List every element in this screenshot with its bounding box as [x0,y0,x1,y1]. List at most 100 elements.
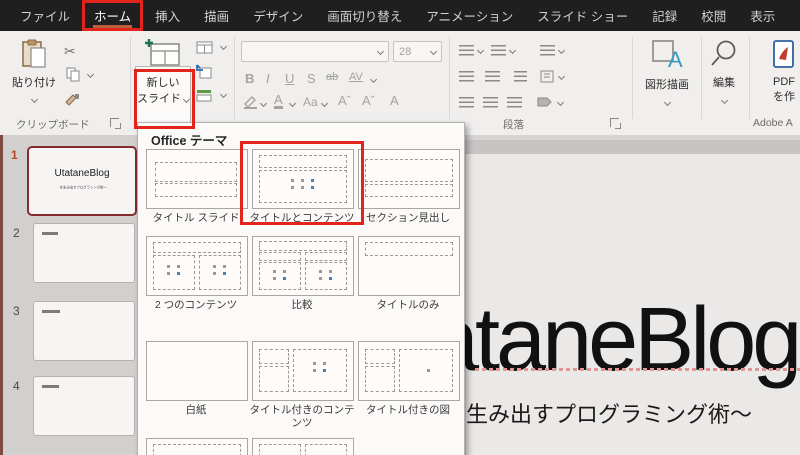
line-spacing-chevron-icon[interactable] [557,46,566,55]
bullet-list-chevron-icon[interactable] [476,46,485,55]
section-chevron-icon[interactable] [219,90,228,99]
powerpoint-window: ファイル ホーム 挿入 描画 デザイン 画面切り替え アニメーション スライド … [0,0,800,455]
slide-4-thumbnail[interactable] [33,376,135,436]
tab-home[interactable]: ホーム [82,0,144,31]
tab-review[interactable]: 校閲 [689,0,738,31]
layout-blank-thumb [146,341,248,401]
convert-smartart-button[interactable] [537,96,553,109]
font-color-button[interactable]: A [274,93,283,109]
format-painter-button[interactable] [65,93,80,107]
section-button[interactable] [196,89,212,102]
slide-3-number: 3 [13,304,20,318]
layout-title-only[interactable]: タイトルのみ [358,236,462,312]
char-spacing-chevron-icon[interactable] [369,75,378,84]
paste-button[interactable]: 貼り付け [6,37,62,115]
decrease-indent-button[interactable] [459,71,474,83]
layout-title-only-thumb [358,236,460,296]
layout-comparison[interactable]: 比較 [252,236,356,312]
change-case-button[interactable]: Aa [303,95,318,109]
layout-blank[interactable]: 白紙 [146,341,250,417]
tab-transitions[interactable]: 画面切り替え [315,0,414,31]
new-slide-button[interactable]: 新しい スライド [136,37,191,125]
layout-button[interactable] [196,41,213,54]
cut-button[interactable]: ✂ [64,43,76,60]
tab-view[interactable]: 表示 [738,0,787,31]
underline-button[interactable]: U [285,71,294,86]
tab-animations[interactable]: アニメーション [414,0,525,31]
increase-indent-button[interactable] [485,71,500,83]
new-slide-layout-dropdown: Office テーマ タイトル スライド タイトルとコンテンツ セクション見出し… [137,122,465,455]
layout-two-content-thumb [146,236,248,296]
font-name-combobox[interactable] [241,41,389,62]
layout-chevron-icon[interactable] [219,42,228,51]
slide-1-thumbnail[interactable]: UtataneBlog を生み出すプログラミング術〜 [27,146,137,216]
font-size-value: 28 [399,45,412,58]
font-color-chevron-icon[interactable] [288,99,297,108]
bullet-list-button[interactable] [459,45,474,57]
paste-clipboard-icon [22,39,46,68]
reset-slide-button[interactable] [196,64,212,79]
drawing-button[interactable]: A 図形描画 [636,37,698,125]
text-direction-chevron-icon[interactable] [557,72,566,81]
tab-record[interactable]: 記録 [640,0,689,31]
strikethrough-button[interactable]: ab [326,71,338,83]
office-theme-header: Office テーマ [151,134,228,148]
char-spacing-button[interactable]: AV [349,71,363,83]
spellcheck-underline [475,368,800,371]
shrink-font-button[interactable]: Aˇ [362,93,375,108]
layout-comparison-thumb [252,236,354,296]
shadow-button[interactable]: S [307,71,316,86]
numbered-list-chevron-icon[interactable] [508,46,517,55]
slide-subtitle-text[interactable]: を生み出すプログラミング術〜 [444,397,752,429]
slide-2-thumbnail[interactable] [33,223,135,283]
line-spacing-button[interactable] [540,45,555,57]
align-center-button[interactable] [483,97,498,109]
slide-1-number: 1 [11,148,18,162]
layout-title-and-content-thumb [252,149,354,209]
layout-picture-with-caption[interactable]: タイトル付きの図 [358,341,462,417]
tab-draw[interactable]: 描画 [192,0,241,31]
layout-content-with-caption[interactable]: タイトル付きのコンテンツ [250,341,356,430]
editing-button[interactable]: 編集 [703,37,745,125]
drawing-label: 図形描画 [645,79,689,91]
numbered-list-button[interactable] [491,45,506,57]
layout-section-header[interactable]: セクション見出し [358,149,462,225]
copy-button[interactable] [66,67,80,82]
layout-title-and-content[interactable]: タイトルとコンテンツ [250,149,356,225]
columns-button[interactable] [514,71,527,83]
layout-row4-middle[interactable] [252,438,356,455]
tab-slideshow[interactable]: スライド ショー [525,0,640,31]
slide-4-number: 4 [13,379,20,393]
layout-content-with-caption-thumb [252,341,354,401]
bold-button[interactable]: B [245,71,254,86]
create-pdf-button[interactable]: PDF を作 [754,37,800,125]
convert-smartart-chevron-icon[interactable] [556,98,565,107]
highlight-pen-button[interactable] [243,95,259,109]
clipboard-dialog-launcher[interactable] [110,118,121,129]
paragraph-group-label: 段落 [503,119,524,131]
align-left-button[interactable] [459,97,474,109]
tab-developer[interactable]: 開発 [787,0,800,31]
tab-insert[interactable]: 挿入 [143,0,192,31]
slide-thumbnail-panel: 1 UtataneBlog を生み出すプログラミング術〜 2 3 4 [0,135,140,455]
italic-button[interactable]: I [266,71,270,86]
change-case-chevron-icon[interactable] [320,99,329,108]
tab-design[interactable]: デザイン [241,0,315,31]
copy-chevron-icon[interactable] [86,70,95,79]
paragraph-dialog-launcher[interactable] [610,118,621,129]
highlight-pen-chevron-icon[interactable] [259,99,268,108]
font-size-combobox[interactable]: 28 [393,41,442,62]
slide-3-thumbnail[interactable] [33,301,135,361]
slide-1-thumb-title: UtataneBlog [54,168,110,179]
pdf-label-2: を作 [773,91,795,103]
layout-row4-left[interactable] [146,438,250,455]
layout-title-slide[interactable]: タイトル スライド [146,149,250,225]
tab-file[interactable]: ファイル [8,0,82,31]
clear-formatting-button[interactable]: A [390,93,399,108]
layout-two-content[interactable]: 2 つのコンテンツ [146,236,250,312]
find-magnifier-icon [711,40,736,66]
clipboard-group-label: クリップボード [16,119,90,131]
grow-font-button[interactable]: Aˆ [338,93,351,108]
align-right-button[interactable] [507,97,522,109]
text-direction-button[interactable] [540,70,554,83]
